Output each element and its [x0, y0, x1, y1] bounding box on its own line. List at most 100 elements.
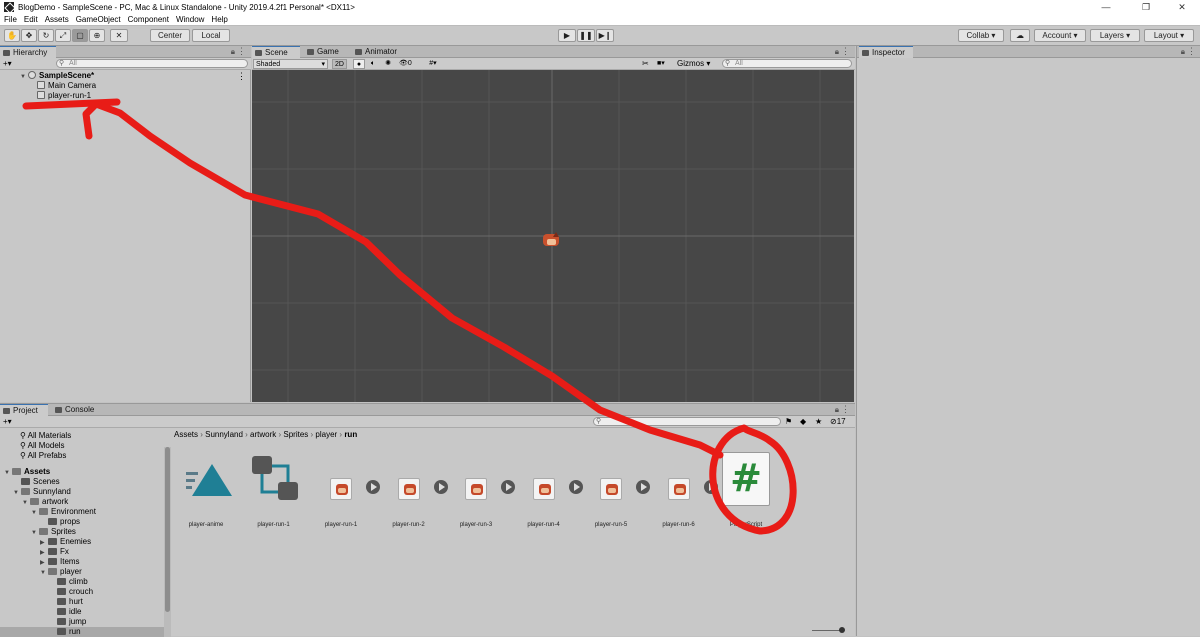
rect-tool-icon[interactable]: ▢ — [72, 29, 88, 42]
folder-row[interactable]: ▼ Environment — [0, 507, 165, 517]
collab-dropdown[interactable]: Collab ▾ — [958, 29, 1004, 42]
folder-row[interactable]: ▶ Items — [0, 557, 165, 567]
camera-icon[interactable]: ■▾ — [657, 59, 675, 69]
cloud-icon[interactable]: ☁ — [1010, 29, 1030, 42]
shading-mode-dropdown[interactable]: Shaded ▾ — [253, 59, 328, 69]
pause-button[interactable]: ❚❚ — [577, 29, 595, 42]
folder-row[interactable]: Scenes — [0, 477, 165, 487]
folder-row[interactable]: ▶ Fx — [0, 547, 165, 557]
folder-row[interactable]: ▼ artwork — [0, 497, 165, 507]
pivot-center-button[interactable]: Center — [150, 29, 190, 42]
asset-sprite[interactable]: player-run-1 — [307, 444, 380, 534]
pivot-local-button[interactable]: Local — [192, 29, 230, 42]
tab-game[interactable]: Game — [304, 46, 350, 58]
gizmos-dropdown[interactable]: Gizmos ▾ — [677, 59, 713, 69]
folder-row[interactable]: ▼ player — [0, 567, 165, 577]
hierarchy-item-player-run-1[interactable]: player-run-1 — [37, 91, 91, 101]
asset-sprite[interactable]: player-run-6 — [645, 444, 718, 534]
maximize-button[interactable]: ❐ — [1126, 0, 1166, 14]
lock-icon[interactable]: 🔒︎ — [835, 405, 839, 415]
tree-scrollbar[interactable] — [164, 447, 171, 637]
lock-icon[interactable]: 🔒︎ — [231, 47, 235, 57]
menu-gameobject[interactable]: GameObject — [76, 15, 121, 24]
step-button[interactable]: ▶❙ — [596, 29, 614, 42]
lock-icon[interactable]: 🔒︎ — [835, 47, 839, 57]
scene-menu-icon[interactable]: ⋮ — [237, 71, 246, 81]
breadcrumb-item[interactable]: Sunnyland — [205, 430, 243, 439]
expand-arrow-icon[interactable]: ▼ — [20, 72, 28, 82]
zoom-slider-handle[interactable] — [839, 627, 845, 633]
project-add-button[interactable]: +▾ — [3, 416, 12, 428]
lighting-icon[interactable]: ● — [353, 59, 365, 69]
panel-menu-icon[interactable]: ⋮ — [237, 46, 246, 57]
tab-inspector[interactable]: Inspector — [859, 46, 913, 58]
layout-dropdown[interactable]: Layout ▾ — [1144, 29, 1194, 42]
account-dropdown[interactable]: Account ▾ — [1034, 29, 1086, 42]
menu-assets[interactable]: Assets — [45, 15, 69, 24]
lock-icon[interactable]: 🔒︎ — [1181, 47, 1185, 57]
hidden-packages-toggle[interactable]: ⊘17 — [830, 417, 846, 426]
search-by-label-icon[interactable]: ◆ — [800, 417, 806, 426]
project-search-input[interactable] — [593, 417, 781, 426]
panel-menu-icon[interactable]: ⋮ — [841, 404, 850, 415]
hidden-objects-toggle[interactable]: 👁︎0 — [399, 59, 423, 69]
favorite-item[interactable]: ⚲ All Models — [20, 441, 65, 451]
scale-tool-icon[interactable]: ⤢ — [55, 29, 71, 42]
tree-scrollbar-thumb[interactable] — [165, 447, 170, 612]
menu-file[interactable]: File — [4, 15, 17, 24]
scene-search-input[interactable]: All — [722, 59, 852, 68]
folder-row[interactable]: props — [0, 517, 165, 527]
asset-sprite[interactable]: player-run-3 — [442, 444, 515, 534]
panel-menu-icon[interactable]: ⋮ — [841, 46, 850, 57]
scene-row[interactable]: ▼ SampleScene* ⋮ — [0, 71, 251, 81]
folder-row[interactable]: hurt — [0, 597, 165, 607]
breadcrumb-item[interactable]: Assets — [174, 430, 198, 439]
hierarchy-add-button[interactable]: +▾ — [3, 58, 12, 70]
play-button[interactable]: ▶ — [558, 29, 576, 42]
asset-sprite[interactable]: player-run-4 — [510, 444, 583, 534]
asset-sprite[interactable]: player-run-2 — [375, 444, 448, 534]
tab-console[interactable]: Console — [52, 404, 100, 416]
hierarchy-item-main-camera[interactable]: Main Camera — [37, 81, 96, 91]
breadcrumb-item[interactable]: artwork — [250, 430, 276, 439]
scene-viewport[interactable] — [252, 70, 854, 402]
folder-row[interactable]: ▼ Assets — [0, 467, 165, 477]
asset-controller[interactable]: player-run-1 — [240, 444, 308, 534]
folder-row[interactable]: jump — [0, 617, 165, 627]
asset-sprite[interactable]: player-run-5 — [577, 444, 650, 534]
favorite-star-icon[interactable]: ★ — [815, 417, 822, 426]
menu-component[interactable]: Component — [128, 15, 169, 24]
move-tool-icon[interactable]: ✥ — [21, 29, 37, 42]
custom-tool-icon[interactable]: ✕ — [110, 29, 128, 42]
breadcrumb-item[interactable]: Sprites — [283, 430, 308, 439]
menu-help[interactable]: Help — [211, 15, 227, 24]
audio-icon[interactable]: 🔈︎ — [367, 59, 379, 69]
player-sprite[interactable] — [543, 232, 561, 248]
hand-tool-icon[interactable]: ✋ — [4, 29, 20, 42]
effects-icon[interactable]: ✺ — [381, 59, 395, 69]
search-by-type-icon[interactable]: ⚑ — [785, 417, 792, 426]
panel-menu-icon[interactable]: ⋮ — [1187, 46, 1196, 57]
favorite-item[interactable]: ⚲ All Prefabs — [20, 451, 66, 461]
menu-window[interactable]: Window — [176, 15, 204, 24]
tab-animator[interactable]: Animator — [352, 46, 412, 58]
tools-icon[interactable]: ✂ — [642, 59, 654, 69]
toggle-2d-button[interactable]: 2D — [332, 59, 347, 69]
grid-toggle-icon[interactable]: #▾ — [425, 59, 441, 69]
folder-row[interactable]: idle — [0, 607, 165, 617]
breadcrumb-item[interactable]: run — [344, 430, 357, 439]
folder-row[interactable]: ▼ Sunnyland — [0, 487, 165, 497]
layers-dropdown[interactable]: Layers ▾ — [1090, 29, 1140, 42]
tab-hierarchy[interactable]: Hierarchy — [0, 46, 56, 58]
folder-row[interactable]: climb — [0, 577, 165, 587]
folder-row[interactable]: crouch — [0, 587, 165, 597]
rotate-tool-icon[interactable]: ↻ — [38, 29, 54, 42]
menu-edit[interactable]: Edit — [24, 15, 38, 24]
folder-row[interactable]: ▶ Enemies — [0, 537, 165, 547]
favorite-item[interactable]: ⚲ All Materials — [20, 431, 71, 441]
tab-scene[interactable]: Scene — [252, 46, 300, 58]
zoom-slider[interactable] — [812, 630, 842, 631]
tab-project[interactable]: Project — [0, 404, 48, 416]
asset-script[interactable]: # PlayerScript — [712, 444, 780, 534]
close-button[interactable]: ✕ — [1162, 0, 1200, 14]
